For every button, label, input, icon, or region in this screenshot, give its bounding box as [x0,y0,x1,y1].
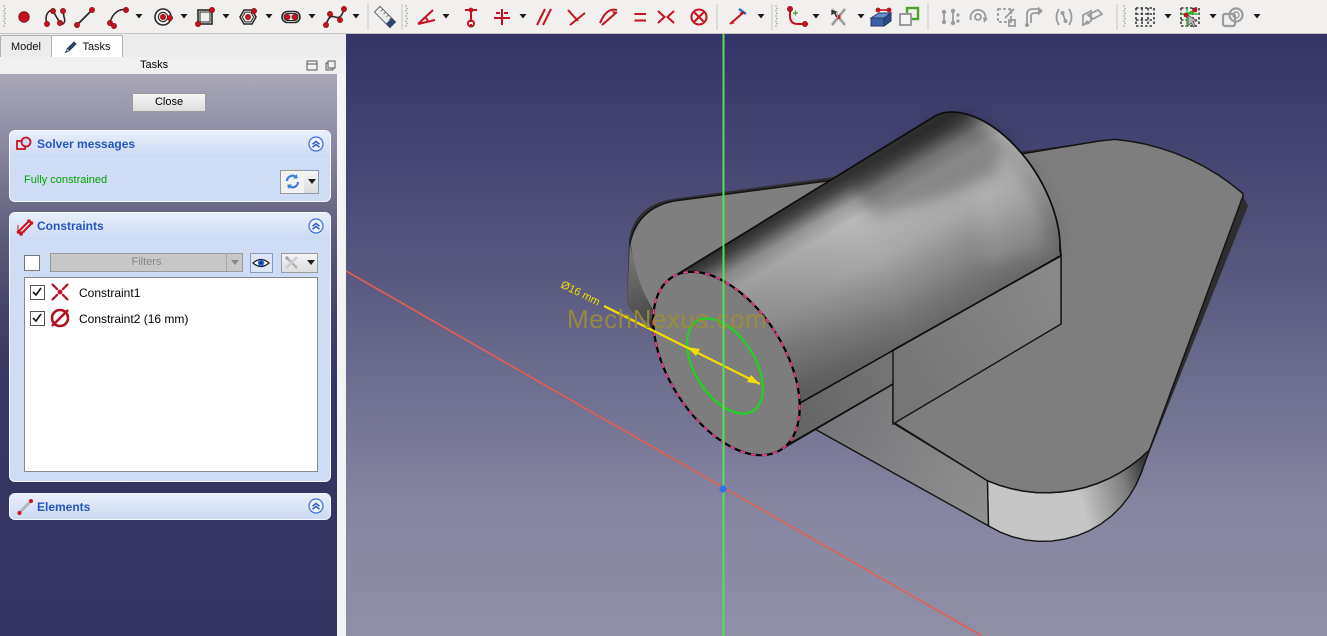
svg-text:MechNexus.com: MechNexus.com [567,304,767,334]
